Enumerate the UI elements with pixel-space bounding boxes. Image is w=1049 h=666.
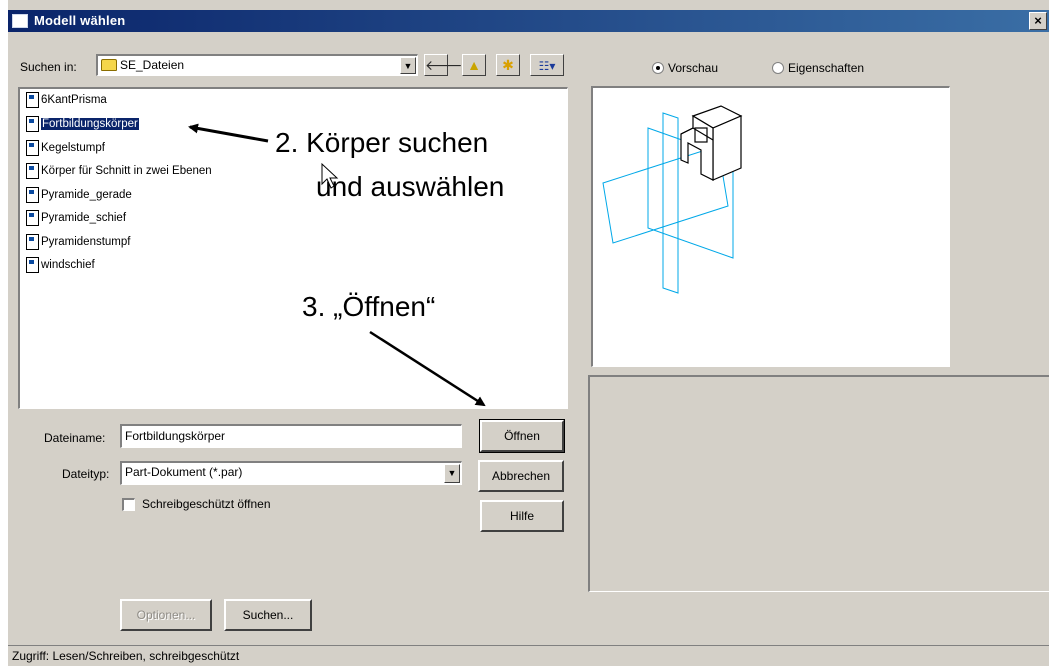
open-button[interactable]: Öffnen — [479, 419, 565, 453]
part-file-icon — [26, 162, 39, 179]
title-bar: Modell wählen × — [8, 10, 1049, 32]
preview-pane — [591, 86, 950, 367]
annotation-step3: 3. „Öffnen“ — [302, 291, 436, 322]
back-arrow-icon: 🡐 — [425, 57, 463, 73]
list-item[interactable]: 6KantPrisma — [26, 90, 107, 110]
reference-plane — [662, 112, 679, 294]
search-button[interactable]: Suchen... — [224, 599, 312, 631]
filetype-value: Part-Dokument (*.par) — [125, 465, 243, 479]
part-file-icon — [26, 91, 39, 108]
folder-icon — [101, 59, 117, 71]
readonly-label: Schreibgeschützt öffnen — [142, 497, 271, 511]
part-file-icon — [26, 186, 39, 203]
help-button[interactable]: Hilfe — [480, 500, 564, 532]
file-name: Pyramidenstumpf — [41, 236, 131, 248]
properties-radio[interactable] — [772, 62, 784, 74]
up-folder-button[interactable]: ▲ — [462, 54, 486, 76]
part-file-icon — [26, 233, 39, 250]
status-bar: Zugriff: Lesen/Schreiben, schreibgeschüt… — [8, 645, 1049, 666]
model-preview-image — [602, 105, 743, 294]
filename-field[interactable]: Fortbildungskörper — [120, 424, 462, 448]
readonly-checkbox[interactable] — [122, 498, 135, 511]
lookin-combo[interactable]: SE_Dateien ▼ — [96, 54, 418, 76]
window-icon — [12, 14, 28, 28]
status-text: Zugriff: Lesen/Schreiben, schreibgeschüt… — [12, 649, 240, 663]
lookin-value: SE_Dateien — [120, 58, 185, 72]
lookin-label: Suchen in: — [20, 60, 77, 74]
preview-radio[interactable] — [652, 62, 664, 74]
cancel-button[interactable]: Abbrechen — [478, 460, 564, 492]
file-name: Körper für Schnitt in zwei Ebenen — [41, 165, 212, 177]
chevron-down-icon[interactable]: ▼ — [444, 464, 460, 483]
file-name: Fortbildungskörper — [40, 117, 140, 131]
help-button-label: Hilfe — [509, 509, 534, 523]
cancel-button-label: Abbrechen — [491, 469, 551, 483]
part-file-icon — [26, 209, 39, 226]
open-button-label: Öffnen — [504, 429, 540, 443]
file-name: Pyramide_gerade — [41, 189, 132, 201]
file-name: 6KantPrisma — [41, 94, 107, 106]
file-name: Pyramide_schief — [41, 212, 127, 224]
part-file-icon — [26, 115, 39, 132]
list-item[interactable]: Kegelstumpf — [26, 138, 105, 158]
back-button[interactable]: 🡐 — [424, 54, 463, 76]
close-button[interactable]: × — [1029, 12, 1047, 30]
filename-label: Dateiname: — [44, 431, 106, 445]
part-file-icon — [26, 139, 39, 156]
list-item[interactable]: Pyramide_gerade — [26, 185, 132, 205]
view-menu-icon: ☷▾ — [538, 59, 556, 73]
list-item[interactable]: Pyramidenstumpf — [26, 232, 130, 252]
annotation-step2-line1: 2. Körper suchen — [275, 127, 489, 158]
solid-body — [680, 105, 743, 181]
filetype-select[interactable]: Part-Dokument (*.par) ▼ — [120, 461, 462, 485]
file-name: Kegelstumpf — [41, 142, 105, 154]
new-folder-icon: ✱ — [502, 57, 514, 73]
file-name: windschief — [41, 259, 95, 271]
search-button-label: Suchen... — [242, 608, 294, 622]
list-item[interactable]: Körper für Schnitt in zwei Ebenen — [26, 161, 212, 181]
view-menu-button[interactable]: ☷▾ — [530, 54, 564, 76]
window-title: Modell wählen — [34, 13, 126, 28]
annotation-step2-line2: und auswählen — [316, 171, 505, 202]
new-folder-button[interactable]: ✱ — [496, 54, 520, 76]
up-folder-icon: ▲ — [467, 57, 481, 73]
list-item[interactable]: Fortbildungskörper — [26, 114, 140, 134]
options-button-label: Optionen... — [136, 608, 196, 622]
filetype-label: Dateityp: — [62, 467, 110, 481]
list-item[interactable]: windschief — [26, 255, 95, 275]
list-item[interactable]: Pyramide_schief — [26, 208, 126, 228]
options-button[interactable]: Optionen... — [120, 599, 212, 631]
background-strip — [0, 0, 8, 666]
part-file-icon — [26, 256, 39, 273]
preview-radio-label: Vorschau — [668, 61, 719, 75]
chevron-down-icon[interactable]: ▼ — [400, 57, 416, 74]
properties-panel — [588, 375, 1049, 592]
properties-radio-label: Eigenschaften — [788, 61, 865, 75]
